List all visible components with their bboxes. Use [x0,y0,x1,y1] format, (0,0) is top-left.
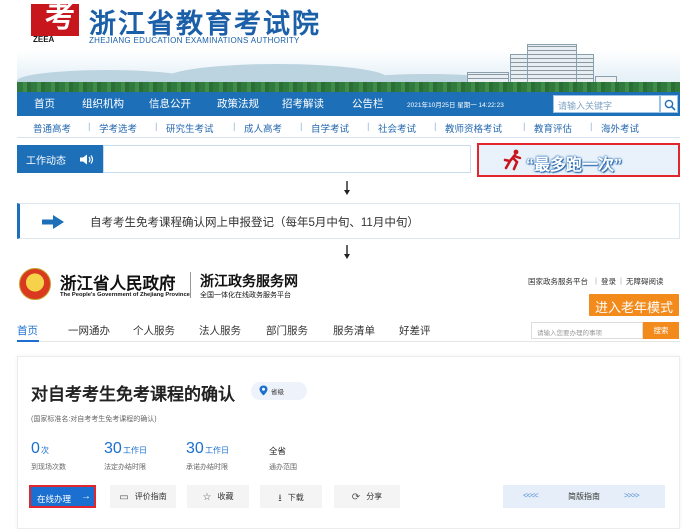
zjzs-search-input[interactable]: 请输入关键字 [553,95,660,113]
zjzs-sub-nav: 普通高考 | 学考选考 | 研究生考试 | 成人高考 | 自学考试 | 社会考试… [17,116,680,138]
runner-icon [503,149,523,177]
run-once-slogan: “最多跑一次” [526,157,623,174]
service-title: 对自考考生免考课程的确认 [31,385,235,404]
gov-nav-home[interactable]: 首页 [17,323,38,338]
down-arrow-icon [344,245,350,259]
right-arrow-icon [42,215,64,229]
share-icon: ⟳ [351,492,361,503]
service-net-subtitle: 全国一体化在线政务服务平台 [200,292,291,299]
work-news-label: 工作动态 [26,156,66,167]
subnav-social[interactable]: 社会考试 [378,121,416,135]
subnav-graduate[interactable]: 研究生考试 [166,121,214,135]
login-link[interactable]: 登录 [601,276,616,287]
simple-guide-label: 简版指南 [568,492,600,501]
subnav-gaokao[interactable]: 普通高考 [33,121,71,135]
zeea-logo-mark: 考 [31,2,79,36]
online-apply-button[interactable]: 在线办理 → [29,485,96,508]
double-chevron-right-icon: >>>> [624,491,640,500]
speaker-icon [80,154,94,165]
gov-name-en: The People's Government of Zhejiang Prov… [60,292,190,298]
gov-nav-rating[interactable]: 好差评 [399,323,431,338]
subnav-overseas[interactable]: 海外考试 [601,121,639,135]
accessibility-link[interactable]: 无障碍阅读 [626,276,664,287]
gov-name[interactable]: 浙江省人民政府 [60,270,176,294]
nav-home[interactable]: 首页 [34,96,55,111]
standard-name: (国家标准名:对自考考生免考课程的确认) [31,416,157,423]
online-apply-label: 在线办理 [37,494,72,504]
city-skyline-image [17,44,680,92]
nav-organization[interactable]: 组织机构 [82,96,124,111]
simple-guide-button[interactable]: <<<< 简版指南 >>>> [503,485,665,508]
subnav-teacher[interactable]: 教师资格考试 [445,121,502,135]
double-chevron-left-icon: <<<< [523,491,539,500]
zjzs-search-button[interactable] [660,95,678,113]
zeea-logo[interactable]: 考 ZEEA [31,2,79,46]
nav-policy[interactable]: 政策法规 [217,96,259,111]
gov-search-input[interactable]: 请输入您要办理的事项 [531,322,643,339]
download-button[interactable]: ⭳ 下载 [260,485,322,508]
share-button[interactable]: ⟳ 分享 [334,485,400,508]
subnav-xuekao[interactable]: 学考选考 [99,121,137,135]
star-icon: ☆ [202,492,212,503]
nav-active-indicator [17,340,39,342]
favorite-button[interactable]: ☆ 收藏 [187,485,249,508]
zjzs-main-nav: 首页 组织机构 信息公开 政策法规 招考解读 公告栏 2021年10月25日 星… [17,92,680,116]
current-date: 2021年10月25日 星期一 14:22:23 [407,102,504,109]
gov-nav-one-stop[interactable]: 一网通办 [68,323,110,338]
elder-mode-button[interactable]: 进入老年模式 [589,294,679,316]
notice-text: 自考考生免考课程确认网上申报登记（每年5月中旬、11月中旬） [90,217,419,229]
zjzs-banner: 考 ZEEA 浙江省教育考试院 ZHEJIANG EDUCATION EXAMI… [17,0,680,92]
zeea-logo-abbr: ZEEA [33,35,55,44]
notice-bar[interactable]: 自考考生免考课程确认网上申报登记（每年5月中旬、11月中旬） [17,203,680,239]
download-icon: ⭳ [278,493,282,504]
evaluation-guide-button[interactable]: ▭ 评价指南 [110,485,176,508]
nav-divider [17,341,680,342]
work-news-tab[interactable]: 工作动态 [17,145,103,173]
national-emblem-icon [19,268,51,300]
run-once-banner[interactable]: “最多跑一次” [477,143,680,177]
search-icon [664,99,676,111]
down-arrow-icon [344,181,350,195]
arrow-right-icon: → [81,491,91,502]
gov-nav-department[interactable]: 部门服务 [266,323,308,338]
comment-icon: ▭ [119,492,129,503]
gov-nav-personal[interactable]: 个人服务 [133,323,175,338]
level-badge: 省级 [251,382,307,400]
subnav-self-study[interactable]: 自学考试 [311,121,349,135]
gov-search-button[interactable]: 搜索 [643,322,679,339]
level-text: 省级 [271,389,284,396]
gov-nav-service-list[interactable]: 服务清单 [333,323,375,338]
location-pin-icon [259,385,268,396]
work-news-ticker [103,145,471,173]
nav-exam-interpretation[interactable]: 招考解读 [282,96,324,111]
header-divider [190,272,191,298]
subnav-adult[interactable]: 成人高考 [244,121,282,135]
gov-nav-corporate[interactable]: 法人服务 [199,323,241,338]
service-net-name[interactable]: 浙江政务服务网 [200,271,298,291]
nav-info-disclosure[interactable]: 信息公开 [149,96,191,111]
subnav-evaluation[interactable]: 教育评估 [534,121,572,135]
national-platform-link[interactable]: 国家政务服务平台 [528,276,588,287]
nav-bulletin[interactable]: 公告栏 [352,96,384,111]
